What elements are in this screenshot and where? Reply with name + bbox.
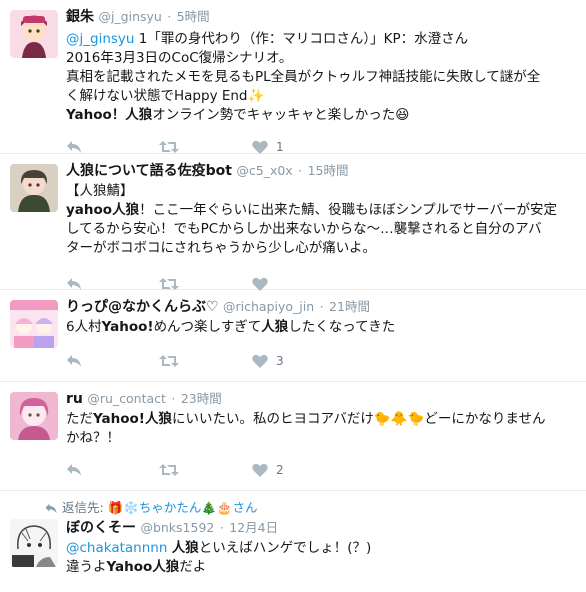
avatar[interactable] [10,10,58,58]
tweet[interactable]: 返信先: 🎁❄️ちゃかたん🎄🎂さん ぼのくそー @bnks1592 · 12月4… [0,491,586,592]
display-name[interactable]: りっぴ@なかくんらぶ♡ [66,299,219,315]
reply-context: 返信先: 🎁❄️ちゃかたん🎄🎂さん [44,499,574,517]
reply-icon [67,141,81,153]
retweet-icon [159,464,179,476]
timestamp[interactable]: 21時間 [329,299,370,314]
tweet-text: ただYahoo!人狼にいいたい。私のヒヨコアバだけ🐤🐥🐤どーにかなりません かね？… [66,411,546,446]
tweet[interactable]: ru @ru_contact · 23時間 ただYahoo!人狼にいいたい。私の… [0,382,586,491]
retweet-button[interactable] [159,343,252,379]
tweet[interactable]: 人狼について語る佐疫bot @c5_x0x · 15時間 【人狼鯖】 yahoo人… [0,154,586,291]
display-name[interactable]: 人狼について語る佐疫bot [66,163,232,179]
mention-link[interactable]: @j_ginsyu [66,31,134,47]
heart-icon [252,354,268,368]
screen-name[interactable]: @c5_x0x [236,163,292,178]
reply-to-user[interactable]: 🎁❄️ちゃかたん🎄🎂さん [108,500,258,515]
timestamp[interactable]: 12月4日 [229,520,278,535]
avatar[interactable] [10,519,58,567]
like-count: 1 [276,140,284,154]
retweet-button[interactable] [159,452,252,488]
like-count: 3 [276,354,284,368]
retweet-icon [159,278,179,290]
reply-arrow-icon [45,503,57,514]
screen-name[interactable]: @j_ginsyu [98,9,161,24]
tweet[interactable]: りっぴ@なかくんらぶ♡ @richapiyo_jin · 21時間 6人村Yah… [0,290,586,382]
mention-link[interactable]: @chakatannnn [66,540,167,556]
avatar[interactable] [10,392,58,440]
screen-name[interactable]: @richapiyo_jin [223,299,314,314]
heart-icon [252,463,268,477]
avatar[interactable] [10,300,58,348]
timestamp[interactable]: 15時間 [308,163,349,178]
screen-name[interactable]: @ru_contact [87,391,166,406]
display-name[interactable]: ぼのくそー [66,520,136,536]
reply-button[interactable] [66,343,159,379]
like-count: 2 [276,463,284,477]
reply-icon [67,464,81,476]
like-button[interactable]: 3 [252,343,345,379]
display-name[interactable]: ru [66,391,83,407]
tweet-actions: 3 [66,343,574,379]
display-name[interactable]: 銀朱 [66,9,94,25]
reply-icon [67,278,81,290]
reply-icon [67,355,81,367]
tweet-timeline: 銀朱 @j_ginsyu · 5時間 @j_ginsyu 1「罪の身代わり（作：… [0,0,586,592]
tweet-actions: 2 [66,452,574,488]
heart-icon [252,140,268,154]
timestamp[interactable]: 5時間 [177,9,210,24]
like-button[interactable]: 2 [252,452,345,488]
screen-name[interactable]: @bnks1592 [140,520,214,535]
tweet-text: 【人狼鯖】 yahoo人狼！ここ一年ぐらいに出来た鯖、役職もほぼシンプルでサーバー… [66,183,558,256]
heart-icon [252,277,268,291]
avatar[interactable] [10,164,58,212]
tweet-text: @j_ginsyu 1「罪の身代わり（作：マリコロさん）」KP：水澄さん 2016… [66,31,541,123]
tweet-text: 6人村Yahoo!めんつ楽しすぎて人狼したくなってきた [66,319,396,335]
tweet[interactable]: 銀朱 @j_ginsyu · 5時間 @j_ginsyu 1「罪の身代わり（作：… [0,0,586,154]
reply-button[interactable] [66,452,159,488]
retweet-icon [159,355,179,367]
retweet-icon [159,141,179,153]
tweet-text: @chakatannnn 人狼といえばハンゲでしょ！(？) 違うよYahoo人狼だ… [66,540,372,575]
timestamp[interactable]: 23時間 [181,391,222,406]
